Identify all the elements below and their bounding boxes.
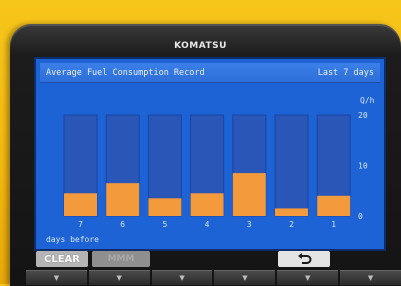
fuel-consumption-chart: 7 6 5 4 3 2 101020Q/h <box>63 96 375 229</box>
bar-4 <box>190 193 224 216</box>
function-key-5[interactable]: ▼ <box>277 270 339 285</box>
function-key-1[interactable]: ▼ <box>26 270 87 285</box>
x-tick-label: 7 <box>78 220 83 229</box>
x-axis-label: days before <box>46 235 99 244</box>
bar-6 <box>106 183 140 216</box>
display-screen: Average Fuel Consumption Record Last 7 d… <box>34 57 386 251</box>
bar-1 <box>317 195 351 216</box>
function-key-3[interactable]: ▼ <box>151 270 213 285</box>
x-tick-label: 5 <box>162 220 167 229</box>
y-axis-unit: Q/h <box>360 96 375 105</box>
back-button[interactable] <box>278 251 330 267</box>
x-tick-label: 6 <box>120 220 125 229</box>
x-tick-label: 4 <box>205 220 210 229</box>
x-tick-label: 1 <box>331 220 336 229</box>
clear-button[interactable]: CLEAR <box>36 251 88 267</box>
y-tick-label: 20 <box>358 111 368 120</box>
softkey-bar: CLEAR MMM <box>36 251 386 269</box>
bar-3 <box>232 173 266 216</box>
bar-7 <box>64 193 97 216</box>
x-tick-label: 3 <box>247 220 252 229</box>
function-key-row: ▼ ▼ ▼ ▼ ▼ ▼ <box>26 270 401 285</box>
x-tick-label: 2 <box>289 220 294 229</box>
bar-5 <box>148 198 182 216</box>
y-tick-label: 10 <box>358 162 368 171</box>
y-tick-label: 0 <box>358 212 363 221</box>
bar-2 <box>275 208 308 216</box>
function-key-2[interactable]: ▼ <box>88 270 150 285</box>
function-key-4[interactable]: ▼ <box>214 270 276 285</box>
function-key-6[interactable]: ▼ <box>340 270 401 285</box>
disabled-softkey[interactable]: MMM <box>92 251 150 267</box>
brand-logo: KOMATSU <box>174 41 227 51</box>
bar-track <box>274 114 309 217</box>
return-arrow-icon <box>298 253 312 264</box>
